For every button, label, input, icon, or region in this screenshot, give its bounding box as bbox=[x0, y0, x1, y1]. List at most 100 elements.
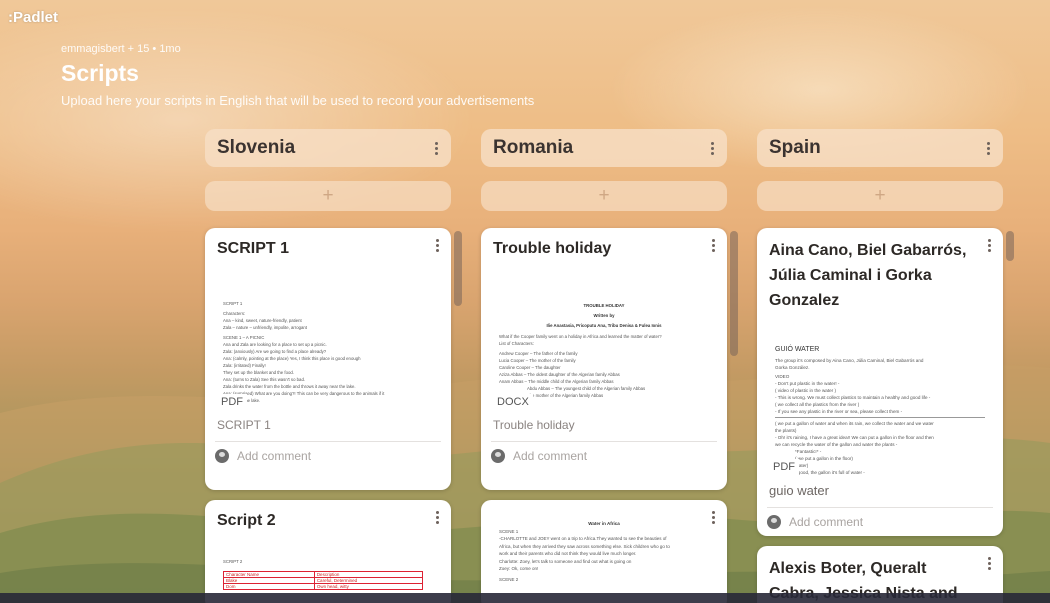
post-card[interactable]: Water in Africa SCENE 1 -CHARLOTTE and J… bbox=[481, 500, 727, 603]
add-comment-input[interactable]: Add comment bbox=[237, 449, 311, 463]
add-post-button[interactable]: + bbox=[481, 181, 727, 211]
post-card[interactable]: Script 2 SCRIPT 2 Character Name Descript… bbox=[205, 500, 451, 603]
post-menu-icon[interactable] bbox=[986, 239, 992, 252]
doc-line: Water in Africa bbox=[588, 521, 620, 526]
post-card[interactable]: Aina Cano, Biel Gabarrós, Júlia Caminal … bbox=[757, 228, 1003, 536]
column-menu-icon[interactable] bbox=[433, 141, 439, 155]
doc-line: List of Characters: bbox=[499, 341, 534, 346]
column-scrollbar[interactable] bbox=[1006, 231, 1014, 261]
document-preview[interactable]: TROUBLE HOLIDAY Written by Ilie Anastasi… bbox=[493, 272, 715, 414]
doc-line: GUIÓ WATER bbox=[775, 346, 820, 353]
doc-line: Ana: (turns to Zala) See this wasn't so … bbox=[223, 377, 306, 382]
column-header: Slovenia bbox=[205, 129, 451, 167]
doc-line: Caroline Cooper – The daughter bbox=[499, 365, 561, 370]
column-title: Slovenia bbox=[217, 137, 296, 158]
doc-line: - Don't put plastic in the water! - bbox=[775, 381, 840, 386]
attachment-name[interactable]: Trouble holiday bbox=[481, 414, 727, 432]
doc-line: ( we put a gallon of water and when its … bbox=[775, 421, 934, 426]
column-header: Romania bbox=[481, 129, 727, 167]
doc-line: Zala drinks the water from the bottle an… bbox=[223, 384, 356, 389]
doc-line: SCENE 1 bbox=[499, 528, 519, 534]
post-card[interactable]: Trouble holiday TROUBLE HOLIDAY Written … bbox=[481, 228, 727, 490]
comment-row[interactable]: Add comment bbox=[481, 442, 727, 471]
board-title: Scripts bbox=[61, 60, 139, 86]
comment-row[interactable]: Add comment bbox=[757, 508, 1003, 536]
doc-line: SCENE 2 bbox=[499, 576, 519, 582]
doc-line: VIDEO bbox=[775, 374, 790, 379]
column-romania: Romania + bbox=[481, 129, 727, 211]
board-subtitle: Upload here your scripts in English that… bbox=[61, 93, 535, 108]
avatar-icon bbox=[215, 449, 229, 463]
doc-line: - good, the gallon it's full of water - bbox=[795, 470, 865, 475]
doc-line: the plants) bbox=[775, 428, 797, 433]
doc-line: -CHARLOTTE and JOEY went on a trip to Af… bbox=[499, 536, 667, 541]
post-title: SCRIPT 1 bbox=[217, 240, 290, 257]
doc-line: ends up in the lake. bbox=[223, 398, 261, 403]
add-post-button[interactable]: + bbox=[757, 181, 1003, 211]
doc-line: ( later) bbox=[795, 463, 809, 468]
doc-line: we can recycle the water of the gallon a… bbox=[775, 442, 898, 447]
doc-line: Ana – kind, sweet, nature-friendly, pati… bbox=[223, 318, 302, 323]
document-preview[interactable]: SCRIPT 1 Characters: Ana – kind, sweet, … bbox=[217, 272, 439, 414]
doc-line: Gorka González. bbox=[775, 365, 810, 370]
add-comment-input[interactable]: Add comment bbox=[513, 449, 587, 463]
add-post-button[interactable]: + bbox=[205, 181, 451, 211]
doc-line: Ana and Zala are looking for a place to … bbox=[223, 342, 327, 347]
column-scrollbar[interactable] bbox=[730, 231, 738, 356]
doc-line: ( we put a gallon in the floor) bbox=[795, 456, 853, 461]
doc-line: *Fantastic!* - bbox=[795, 449, 822, 454]
doc-line: Zoey: Ok, come on! bbox=[499, 566, 539, 571]
add-comment-input[interactable]: Add comment bbox=[789, 515, 863, 529]
avatar-icon bbox=[767, 515, 781, 529]
document-preview[interactable]: Water in Africa SCENE 1 -CHARLOTTE and J… bbox=[493, 516, 715, 603]
doc-line: ( we collect all the plastics from the r… bbox=[775, 402, 860, 407]
doc-line: Charlotte: Zoey, let's talk to someone a… bbox=[499, 558, 632, 564]
doc-line: SCENE 1 – A PICNIC bbox=[223, 335, 265, 340]
post-title: Trouble holiday bbox=[493, 240, 612, 257]
doc-line: Characters: bbox=[223, 311, 246, 316]
doc-line: Zala – nature – unfriendly, impolite, ar… bbox=[223, 325, 307, 330]
post-menu-icon[interactable] bbox=[710, 239, 716, 252]
file-type-badge: DOCX bbox=[493, 394, 533, 410]
attachment-name[interactable]: SCRIPT 1 bbox=[205, 414, 451, 432]
document-preview[interactable]: GUIÓ WATER The group it's composed by Ai… bbox=[769, 329, 991, 479]
taskbar bbox=[0, 593, 1050, 603]
column-slovenia: Slovenia + bbox=[205, 129, 451, 211]
file-type-badge: PDF bbox=[217, 394, 247, 410]
post-menu-icon[interactable] bbox=[986, 557, 992, 570]
doc-line: ( video of plastic in the water ) bbox=[775, 388, 837, 393]
board-meta: emmagisbert + 15 • 1mo bbox=[61, 43, 181, 55]
doc-line: Ana: (calmly, pointing at the place) Yes… bbox=[223, 356, 361, 361]
doc-line: They set up the blanket and the food. bbox=[223, 370, 294, 375]
padlet-logo[interactable]: :Padlet bbox=[8, 9, 58, 26]
column-scrollbar[interactable] bbox=[454, 231, 462, 306]
post-menu-icon[interactable] bbox=[434, 511, 440, 524]
post-title: Script 2 bbox=[217, 512, 276, 529]
column-menu-icon[interactable] bbox=[985, 141, 991, 155]
doc-table-cell: Dom bbox=[223, 583, 315, 590]
doc-line: Zala: (irritated) Finally! bbox=[223, 363, 266, 368]
comment-row[interactable]: Add comment bbox=[205, 442, 451, 471]
column-header: Spain bbox=[757, 129, 1003, 167]
doc-table: Character Name Description Blake Careful, … bbox=[223, 571, 424, 590]
doc-line: Andrew Cooper – The father of the family bbox=[499, 351, 578, 356]
doc-line: SCRIPT 2 bbox=[223, 559, 243, 564]
doc-line: Aziza Abbas – The oldest daughter of the… bbox=[499, 372, 620, 377]
doc-line: Ilie Anastasia, Pricoputu Ana, Tribu Den… bbox=[546, 323, 662, 328]
doc-line: - Oh! it's raining, I have a great idea!… bbox=[775, 435, 934, 440]
avatar-icon bbox=[491, 449, 505, 463]
column-menu-icon[interactable] bbox=[709, 141, 715, 155]
doc-line: Abdu Abbas – The youngest child of the A… bbox=[527, 386, 646, 391]
attachment-name[interactable]: guio water bbox=[757, 479, 1003, 498]
post-menu-icon[interactable] bbox=[434, 239, 440, 252]
doc-table-cell: Own head, witty bbox=[313, 583, 424, 590]
doc-line: work and their parents who did not think… bbox=[499, 551, 637, 556]
file-type-badge: PDF bbox=[769, 459, 799, 475]
column-title: Spain bbox=[769, 137, 821, 158]
column-title: Romania bbox=[493, 137, 574, 158]
post-card[interactable]: SCRIPT 1 SCRIPT 1 Characters: Ana – kind… bbox=[205, 228, 451, 490]
doc-line: The group it's composed by Aina Cano, Jú… bbox=[775, 358, 924, 363]
doc-line: Written by bbox=[593, 313, 615, 318]
doc-line: Africa, but when they arrived they saw a… bbox=[499, 543, 670, 549]
doc-line: Anam Abbas – The middle child of the Alg… bbox=[499, 379, 614, 384]
